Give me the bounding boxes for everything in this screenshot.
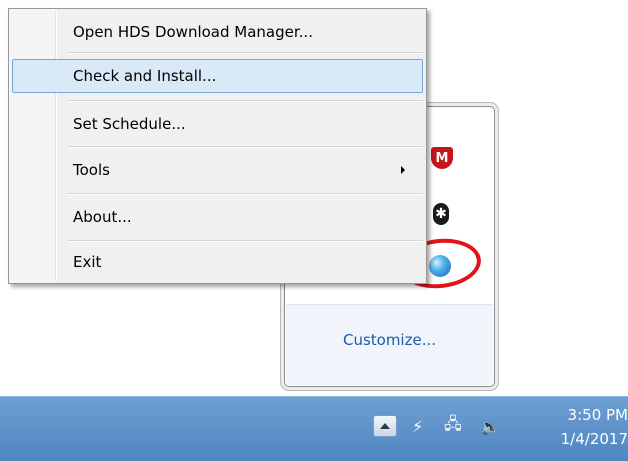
menu-item-exit[interactable]: Exit	[12, 245, 423, 279]
menu-item-label: Tools	[73, 161, 110, 179]
menu-item-about[interactable]: About...	[12, 200, 423, 234]
menu-separator	[67, 240, 423, 241]
customize-link[interactable]: Customize...	[286, 331, 493, 349]
menu-separator	[67, 193, 423, 194]
mcafee-shield-icon[interactable]: M	[431, 147, 453, 169]
menu-separator	[67, 100, 423, 101]
taskbar: ⚡ 🖧 🔈 3:50 PM 1/4/2017	[0, 396, 628, 461]
chevron-up-icon	[380, 423, 390, 429]
menu-separator	[67, 146, 423, 147]
hds-context-menu: Open HDS Download Manager... Check and I…	[8, 8, 427, 284]
clock-time: 3:50 PM	[567, 406, 628, 424]
tray-footer: Customize...	[286, 304, 493, 385]
menu-item-tools[interactable]: Tools	[12, 153, 423, 187]
menu-gutter-separator	[55, 11, 56, 281]
menu-item-label: Open HDS Download Manager...	[73, 23, 313, 41]
submenu-arrow-icon	[401, 166, 405, 174]
menu-item-set-schedule[interactable]: Set Schedule...	[12, 107, 423, 141]
menu-item-label: Exit	[73, 253, 102, 271]
show-hidden-icons-button[interactable]	[373, 415, 397, 437]
power-icon[interactable]: ⚡	[412, 416, 423, 436]
taskbar-clock[interactable]: 3:50 PM 1/4/2017	[550, 403, 628, 451]
menu-item-label: Set Schedule...	[73, 115, 186, 133]
network-icon[interactable]: 🖧	[444, 414, 462, 436]
menu-item-label: About...	[73, 208, 132, 226]
menu-item-open-hds[interactable]: Open HDS Download Manager...	[12, 15, 423, 49]
menu-item-label: Check and Install...	[73, 67, 217, 85]
menu-item-check-and-install[interactable]: Check and Install...	[12, 59, 423, 93]
volume-icon[interactable]: 🔈	[480, 416, 500, 436]
clock-date: 1/4/2017	[560, 430, 628, 448]
bluetooth-icon[interactable]: ✱	[433, 203, 449, 225]
menu-icon-gutter	[9, 9, 55, 283]
menu-separator	[67, 52, 423, 53]
